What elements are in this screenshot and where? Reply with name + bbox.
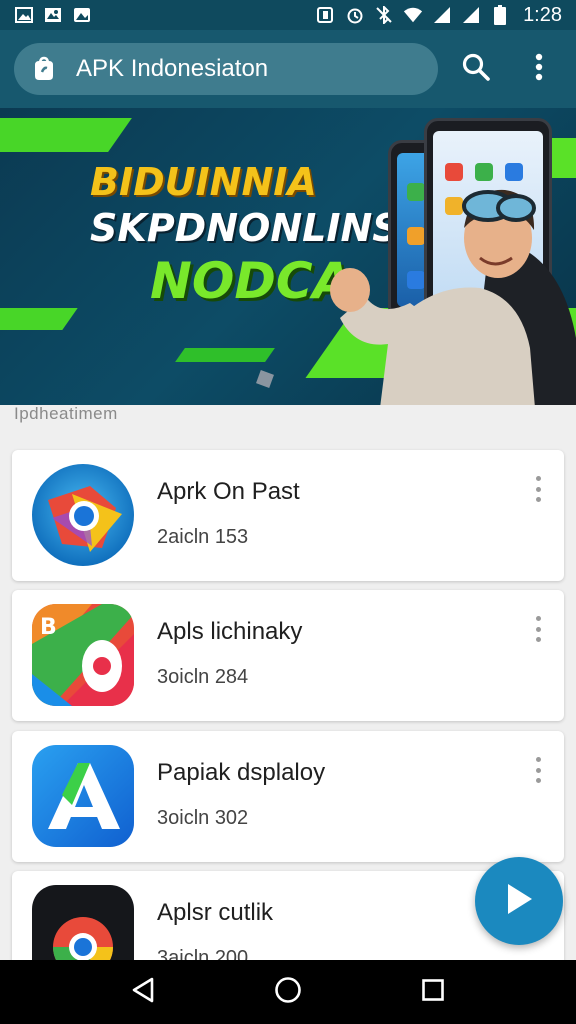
more-vert-icon <box>534 53 544 86</box>
chrome-style-app-icon <box>32 464 134 566</box>
bluetooth-off-icon <box>374 6 394 24</box>
alarm-icon <box>345 6 365 24</box>
home-icon <box>274 976 302 1009</box>
signal-icon <box>461 6 481 24</box>
more-vert-icon[interactable] <box>528 474 548 504</box>
app-meta: 2aicln 153 <box>157 526 249 548</box>
play-icon <box>504 882 534 921</box>
search-query-text: APK Indonesiaton <box>76 55 269 82</box>
banner-decoration <box>256 370 274 388</box>
app-title: Papiak dsplaloy <box>157 759 326 786</box>
recents-icon <box>421 978 445 1007</box>
more-vert-icon[interactable] <box>528 755 548 785</box>
play-fab-button[interactable] <box>475 857 563 945</box>
app-list-item[interactable]: B Apls lichinaky 3oicln 284 <box>12 590 564 721</box>
home-button[interactable] <box>258 967 318 1017</box>
battery-icon <box>490 5 510 25</box>
svg-text:B: B <box>40 615 57 640</box>
signal-icon <box>432 6 452 24</box>
search-button[interactable] <box>454 46 499 92</box>
wifi-icon <box>403 6 423 24</box>
app-bar: APK Indonesiaton <box>0 30 576 108</box>
app-meta: 3oicln 284 <box>157 666 249 688</box>
status-right-icons: 1:28 <box>316 4 562 27</box>
app-title: Apls lichinaky <box>157 618 303 645</box>
back-icon <box>131 977 155 1008</box>
search-icon <box>461 52 491 87</box>
banner-stripe <box>175 348 275 362</box>
app-list-item[interactable]: Aprk On Past 2aicln 153 <box>12 450 564 581</box>
banner-headline-1: BIDUINNIA <box>90 160 317 204</box>
app-list-item[interactable]: Papiak dsplaloy 3oicln 302 <box>12 731 564 862</box>
status-time: 1:28 <box>523 3 562 26</box>
banner-stripe <box>0 118 132 152</box>
section-heading: Ipdheatimem <box>14 404 118 423</box>
nfc-icon <box>316 6 336 24</box>
image-icon <box>14 6 34 24</box>
promo-banner[interactable]: BIDUINNIA SKPDNONLINS NODCA <box>0 108 576 405</box>
back-button[interactable] <box>113 967 173 1017</box>
maps-style-app-icon: B <box>32 604 134 706</box>
recents-button[interactable] <box>403 967 463 1017</box>
gallery-icon <box>72 6 92 24</box>
app-title: Aplsr cutlik <box>157 899 274 926</box>
more-vert-icon[interactable] <box>528 614 548 644</box>
status-bar: 1:28 <box>0 0 576 30</box>
photo-icon <box>43 6 63 24</box>
shopping-bag-icon <box>30 55 58 83</box>
overflow-menu-button[interactable] <box>517 46 562 92</box>
search-bar[interactable]: APK Indonesiaton <box>14 43 438 95</box>
status-left-icons <box>14 6 92 24</box>
system-navigation-bar <box>0 960 576 1024</box>
app-meta: 3oicln 302 <box>157 807 249 829</box>
banner-stripe <box>0 308 78 330</box>
character-illustration <box>330 189 576 405</box>
letter-a-app-icon <box>32 745 134 847</box>
app-title: Aprk On Past <box>157 478 300 505</box>
